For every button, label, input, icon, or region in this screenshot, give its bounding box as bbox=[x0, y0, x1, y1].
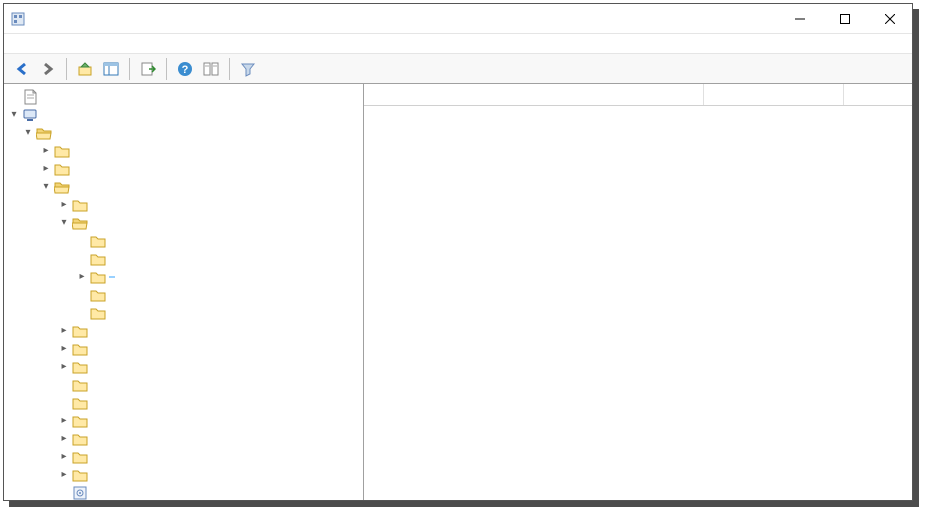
chevron-right-icon[interactable]: ▸ bbox=[58, 469, 70, 481]
folder-icon bbox=[72, 395, 88, 411]
menu-help[interactable] bbox=[60, 42, 72, 46]
tree-control-panel[interactable]: ▸ bbox=[4, 196, 363, 214]
chevron-right-icon[interactable]: ▸ bbox=[58, 415, 70, 427]
column-comment[interactable] bbox=[844, 84, 912, 105]
chevron-right-icon[interactable]: ▸ bbox=[58, 199, 70, 211]
chevron-down-icon[interactable]: ▾ bbox=[58, 217, 70, 229]
tree-computer-configuration[interactable]: ▾ bbox=[4, 106, 363, 124]
tree-start-menu-taskbar[interactable]: ▸ bbox=[4, 430, 363, 448]
tree-skype-for-business[interactable]: ▸ bbox=[4, 412, 363, 430]
chevron-down-icon[interactable]: ▾ bbox=[40, 181, 52, 193]
folder-icon bbox=[72, 431, 88, 447]
folder-icon bbox=[90, 251, 106, 267]
tree-miscellaneous[interactable]: ▶ bbox=[4, 250, 363, 268]
computer-icon bbox=[22, 107, 38, 123]
titlebar bbox=[4, 4, 912, 34]
folder-icon bbox=[90, 305, 106, 321]
tree-updates[interactable]: ▶ bbox=[4, 286, 363, 304]
app-window: ▶ ▾ ▾ ▸ bbox=[3, 3, 913, 501]
chevron-right-icon[interactable]: ▸ bbox=[58, 325, 70, 337]
chevron-right-icon[interactable]: ▸ bbox=[58, 451, 70, 463]
tree-ms-powerpoint-2016[interactable]: ▸ bbox=[4, 322, 363, 340]
menubar bbox=[4, 34, 912, 54]
export-list-button[interactable] bbox=[136, 57, 160, 81]
tree-policies[interactable]: ▾ bbox=[4, 124, 363, 142]
chevron-down-icon[interactable]: ▾ bbox=[22, 127, 34, 139]
chevron-right-icon[interactable]: ▸ bbox=[58, 343, 70, 355]
filter-button[interactable] bbox=[236, 57, 260, 81]
chevron-down-icon[interactable]: ▾ bbox=[8, 109, 20, 121]
tree-admin-templates[interactable]: ▾ bbox=[4, 178, 363, 196]
tree-volume-activation[interactable]: ▶ bbox=[4, 304, 363, 322]
tree-network[interactable]: ▸ bbox=[4, 358, 363, 376]
tree-printers[interactable]: ▶ bbox=[4, 376, 363, 394]
minimize-button[interactable] bbox=[777, 4, 822, 34]
column-setting[interactable] bbox=[364, 84, 704, 105]
toolbar bbox=[4, 54, 912, 84]
tree-software-settings[interactable]: ▸ bbox=[4, 142, 363, 160]
close-button[interactable] bbox=[867, 4, 912, 34]
tree-server[interactable]: ▶ bbox=[4, 394, 363, 412]
folder-icon bbox=[72, 359, 88, 375]
folder-icon bbox=[72, 413, 88, 429]
folder-icon bbox=[72, 341, 88, 357]
tree-windows-settings[interactable]: ▸ bbox=[4, 160, 363, 178]
all-settings-icon bbox=[72, 485, 88, 500]
folder-icon bbox=[72, 197, 88, 213]
folder-icon bbox=[72, 467, 88, 483]
chevron-right-icon[interactable]: ▸ bbox=[76, 271, 88, 283]
tree-all-settings[interactable]: ▶ bbox=[4, 484, 363, 500]
folder-icon bbox=[54, 161, 70, 177]
chevron-right-icon[interactable]: ▸ bbox=[40, 145, 52, 157]
forward-button[interactable] bbox=[36, 57, 60, 81]
tree-root[interactable]: ▶ bbox=[4, 88, 363, 106]
tree-pane[interactable]: ▶ ▾ ▾ ▸ bbox=[4, 84, 364, 500]
tree-security-settings[interactable]: ▸ bbox=[4, 268, 363, 286]
folder-icon bbox=[90, 269, 106, 285]
menu-file[interactable] bbox=[12, 42, 24, 46]
chevron-right-icon[interactable]: ▸ bbox=[58, 361, 70, 373]
policy-icon bbox=[22, 89, 38, 105]
folder-icon bbox=[72, 377, 88, 393]
chevron-right-icon[interactable]: ▸ bbox=[58, 433, 70, 445]
back-button[interactable] bbox=[10, 57, 34, 81]
folder-icon bbox=[90, 233, 106, 249]
tree-mozilla[interactable]: ▸ bbox=[4, 340, 363, 358]
tree-licensing-settings[interactable]: ▶ bbox=[4, 232, 363, 250]
folder-open-icon bbox=[54, 179, 70, 195]
folder-open-icon bbox=[36, 125, 52, 141]
tree-ms-office-2016[interactable]: ▾ bbox=[4, 214, 363, 232]
tree-windows-components[interactable]: ▸ bbox=[4, 466, 363, 484]
folder-icon bbox=[90, 287, 106, 303]
list-header bbox=[364, 84, 912, 106]
maximize-button[interactable] bbox=[822, 4, 867, 34]
folder-icon bbox=[72, 323, 88, 339]
show-hide-tree-button[interactable] bbox=[99, 57, 123, 81]
column-state[interactable] bbox=[704, 84, 844, 105]
menu-view[interactable] bbox=[44, 42, 56, 46]
list-pane bbox=[364, 84, 912, 500]
menu-action[interactable] bbox=[28, 42, 40, 46]
help-button[interactable] bbox=[173, 57, 197, 81]
filter-options-button[interactable] bbox=[199, 57, 223, 81]
chevron-right-icon[interactable]: ▸ bbox=[40, 163, 52, 175]
folder-open-icon bbox=[72, 215, 88, 231]
folder-icon bbox=[72, 449, 88, 465]
folder-icon bbox=[54, 143, 70, 159]
app-icon bbox=[10, 11, 26, 27]
tree-system[interactable]: ▸ bbox=[4, 448, 363, 466]
up-button[interactable] bbox=[73, 57, 97, 81]
